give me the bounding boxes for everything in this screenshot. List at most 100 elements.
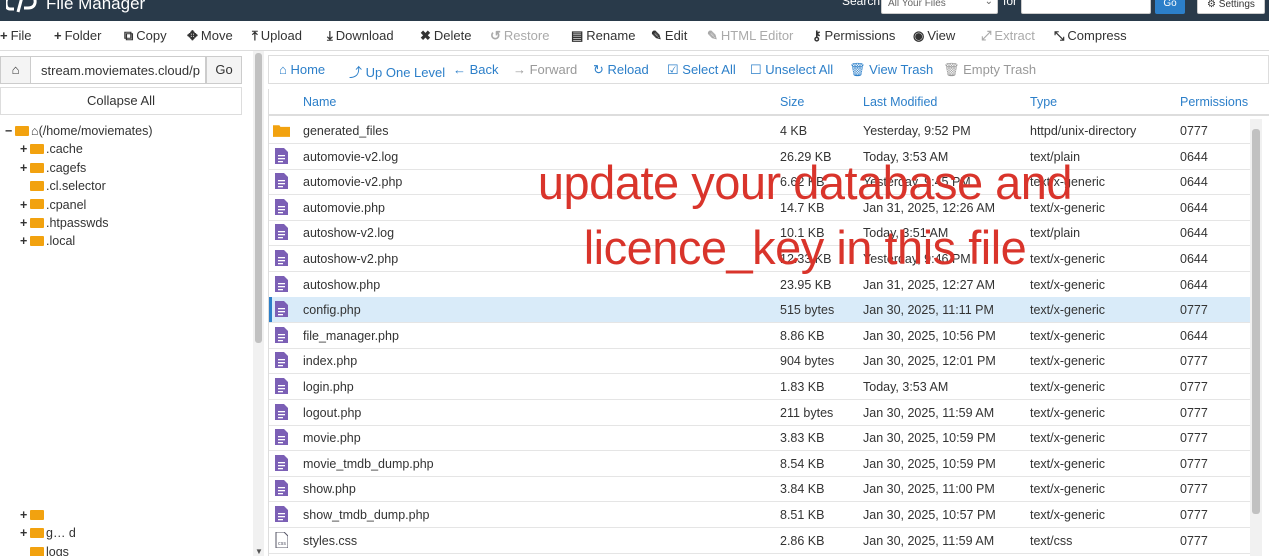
file-size: 515 bytes xyxy=(780,303,835,318)
toolbar-file-label: File xyxy=(10,28,32,43)
toolbar-upload-button[interactable]: ⤒ Upload xyxy=(252,28,302,44)
file-modified: Jan 30, 2025, 11:59 AM xyxy=(863,533,995,548)
search-scope-select[interactable]: All Your Files ⌄ xyxy=(881,0,998,14)
plus-icon: + xyxy=(54,28,62,43)
column-header-permissions[interactable]: Permissions xyxy=(1180,95,1248,109)
table-row[interactable]: movie.php 3.83 KB Jan 30, 2025, 10:59 PM te… xyxy=(269,425,1252,452)
text-file-icon xyxy=(275,480,288,497)
nav-view-trash-label: View Trash xyxy=(865,62,934,77)
left-scrollbar-thumb[interactable] xyxy=(255,53,262,343)
nav-home-button[interactable]: ⌂ Home xyxy=(279,62,325,77)
nav-select-all-button[interactable]: ☑ Select All xyxy=(667,62,736,78)
file-size: 3.83 KB xyxy=(780,431,825,446)
table-row[interactable]: config.php 515 bytes Jan 30, 2025, 11:11 P… xyxy=(269,297,1252,324)
tree-item[interactable]: + xyxy=(20,508,46,526)
app-title: File Manager xyxy=(46,0,146,13)
home-icon: ⌂ xyxy=(31,124,39,138)
tree-item[interactable]: + .cagefs xyxy=(20,161,86,179)
toolbar-extract-button[interactable]: ⤢ Extract xyxy=(981,28,1035,44)
scroll-down-arrow-icon[interactable]: ▼ xyxy=(255,547,263,556)
tree-item[interactable]: + .cache xyxy=(20,142,83,160)
column-header-last-modified[interactable]: Last Modified xyxy=(863,95,937,109)
toolbar-view-button[interactable]: ◉ View xyxy=(913,28,955,44)
table-scrollbar-thumb[interactable] xyxy=(1252,129,1260,514)
file-size: 8.54 KB xyxy=(780,456,825,471)
column-header-size[interactable]: Size xyxy=(780,95,804,109)
tree-item[interactable]: + .local xyxy=(20,234,75,252)
toolbar-file-button[interactable]: + File xyxy=(0,28,32,43)
check-square-icon: ☑ xyxy=(667,62,679,77)
home-path-button[interactable]: ⌂ xyxy=(0,56,31,84)
home-icon: ⌂ xyxy=(279,62,287,77)
tree-item[interactable]: + g… d xyxy=(20,526,76,544)
table-row[interactable]: logout.php 211 bytes Jan 30, 2025, 11:59 A… xyxy=(269,400,1252,426)
path-go-button[interactable]: Go xyxy=(206,56,242,84)
folder-icon xyxy=(30,236,44,247)
table-row[interactable]: index.php 904 bytes Jan 30, 2025, 12:01 PM… xyxy=(269,348,1252,375)
toolbar-html-editor-button[interactable]: ✎ HTML Editor xyxy=(707,28,793,44)
column-header-type[interactable]: Type xyxy=(1030,95,1057,109)
table-row[interactable]: show_tmdb_dump.php 8.51 KB Jan 30, 2025, 1… xyxy=(269,502,1252,528)
toolbar-edit-button[interactable]: ✎ Edit xyxy=(651,28,687,44)
file-permissions: 0644 xyxy=(1180,200,1208,215)
toolbar-folder-label: Folder xyxy=(64,28,102,43)
collapse-toggle-icon[interactable]: − xyxy=(5,124,15,138)
toolbar-download-button[interactable]: ⤓ Download xyxy=(327,28,394,44)
table-row[interactable]: css styles.css 2.86 KB Jan 30, 2025, 11:59 … xyxy=(269,528,1252,554)
table-row[interactable]: generated_files 4 KB Yesterday, 9:52 PM htt… xyxy=(269,118,1252,144)
left-scrollbar[interactable]: ▼ xyxy=(253,51,264,556)
expand-toggle-icon[interactable]: + xyxy=(20,161,30,175)
reload-icon: ↻ xyxy=(593,62,604,77)
settings-button[interactable]: ⚙ Settings xyxy=(1197,0,1265,14)
nav-unselect-all-button[interactable]: ☐ Unselect All xyxy=(750,62,833,78)
nav-forward-button[interactable]: → Forward xyxy=(513,62,577,77)
toolbar-folder-button[interactable]: + Folder xyxy=(54,28,101,43)
file-name: autoshow-v2.log xyxy=(303,226,395,241)
tree-item[interactable]: + .htpasswds xyxy=(20,216,109,234)
expand-toggle-icon[interactable]: + xyxy=(20,142,30,156)
tree-item-label: .cache xyxy=(46,142,83,157)
path-input[interactable]: stream.moviemates.cloud/p xyxy=(31,56,206,84)
expand-toggle-icon[interactable]: + xyxy=(20,216,30,230)
search-go-button[interactable]: Go xyxy=(1155,0,1185,14)
tree-item[interactable]: − ⌂(/home/moviemates) xyxy=(5,124,153,142)
table-row[interactable]: login.php 1.83 KB Today, 3:53 AM text/x-gen… xyxy=(269,374,1252,400)
nav-back-button[interactable]: ← Back xyxy=(453,62,499,77)
toolbar-compress-button[interactable]: ⤡ Compress xyxy=(1054,28,1127,44)
file-name: automovie-v2.php xyxy=(303,175,403,190)
table-row[interactable]: movie_tmdb_dump.php 8.54 KB Jan 30, 2025, … xyxy=(269,451,1252,477)
expand-toggle-icon[interactable]: + xyxy=(20,508,30,522)
collapse-all-button[interactable]: Collapse All xyxy=(0,87,242,115)
toolbar-restore-button[interactable]: ↺ Restore xyxy=(490,28,549,44)
tree-item[interactable]: logs xyxy=(20,545,69,556)
expand-toggle-icon[interactable]: + xyxy=(20,198,30,212)
toolbar-rename-button[interactable]: ▤ Rename xyxy=(571,28,635,44)
toolbar-copy-button[interactable]: ⧉ Copy xyxy=(124,28,167,44)
table-scrollbar[interactable] xyxy=(1250,119,1262,556)
nav-view-trash-button[interactable]: 🗑 View Trash xyxy=(849,62,933,78)
table-row[interactable]: show.php 3.84 KB Jan 30, 2025, 11:00 PM tex… xyxy=(269,476,1252,503)
expand-toggle-icon[interactable]: + xyxy=(20,234,30,248)
tree-item[interactable]: + .cpanel xyxy=(20,198,86,216)
column-header-name[interactable]: Name xyxy=(303,95,336,109)
nav-reload-button[interactable]: ↻ Reload xyxy=(593,62,649,78)
file-size: 211 bytes xyxy=(780,405,834,420)
text-file-icon xyxy=(275,326,288,343)
nav-up-one-level-button[interactable]: ⤴ Up One Level xyxy=(349,62,445,81)
nav-empty-trash-button[interactable]: 🗑 Empty Trash xyxy=(943,62,1036,78)
text-file-icon xyxy=(275,506,288,522)
toolbar-view-label: View xyxy=(927,28,956,43)
toolbar-move-button[interactable]: ✥ Move xyxy=(187,28,233,44)
plus-icon: + xyxy=(0,28,8,43)
search-input[interactable] xyxy=(1021,0,1151,14)
extract-icon: ⤢ xyxy=(981,28,992,43)
toolbar-compress-label: Compress xyxy=(1067,28,1127,43)
toolbar-delete-button[interactable]: ✖ Delete xyxy=(420,28,471,44)
toolbar-permissions-label: Permissions xyxy=(824,28,896,43)
file-name: index.php xyxy=(303,354,358,369)
tree-item[interactable]: .cl.selector xyxy=(20,179,106,197)
toolbar-permissions-button[interactable]: ⚷ Permissions xyxy=(812,28,895,44)
table-row[interactable]: file_manager.php 8.86 KB Jan 30, 2025, 10:… xyxy=(269,323,1252,349)
toolbar-delete-label: Delete xyxy=(433,28,472,43)
expand-toggle-icon[interactable]: + xyxy=(20,526,30,540)
